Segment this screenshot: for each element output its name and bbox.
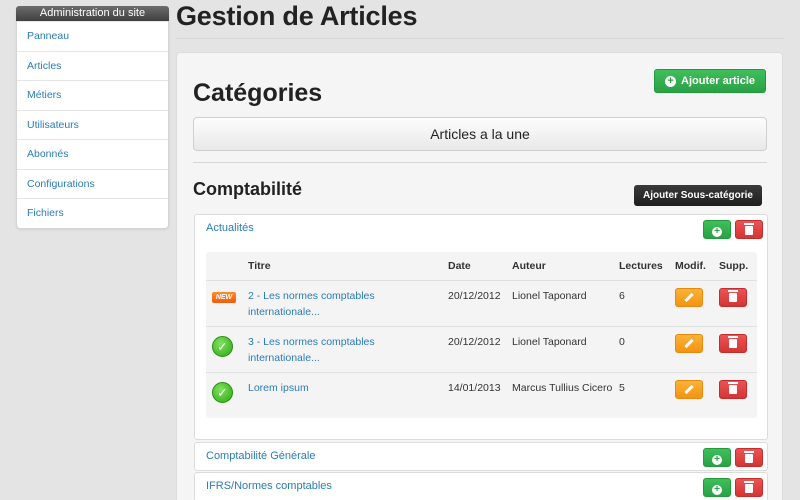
- title-divider: [176, 38, 784, 39]
- status-header: [206, 252, 242, 281]
- status-cell: ✓: [206, 326, 242, 373]
- edit-button[interactable]: [675, 287, 703, 307]
- trash-icon: [728, 381, 738, 394]
- featured-articles-button[interactable]: Articles a la une: [193, 117, 767, 151]
- edit-cell: [669, 372, 713, 418]
- edit-header: Modif.: [669, 252, 713, 281]
- title-header: Titre: [242, 252, 442, 281]
- delete-header: Supp.: [713, 252, 757, 281]
- category-header: Comptabilité Générale +: [195, 443, 767, 472]
- title-cell: Lorem ipsum: [242, 372, 442, 418]
- article-title-link[interactable]: Lorem ipsum: [248, 382, 309, 394]
- subsection-title: Comptabilité: [193, 179, 303, 199]
- delete-category-button[interactable]: [735, 448, 763, 467]
- delete-button[interactable]: [719, 287, 747, 307]
- delete-button[interactable]: [719, 379, 747, 399]
- category-name[interactable]: IFRS/Normes comptables: [206, 480, 332, 492]
- article-title-link[interactable]: 3 - Les normes comptables internationale…: [248, 336, 375, 364]
- add-item-button[interactable]: +: [703, 478, 731, 497]
- pencil-icon: [684, 292, 694, 302]
- sidebar-item-abonnes[interactable]: Abonnés: [17, 139, 168, 169]
- main-panel: Catégories + Ajouter article Articles a …: [176, 52, 783, 500]
- pencil-icon: [684, 338, 694, 348]
- trash-icon: [728, 289, 738, 302]
- articles-table: Titre Date Auteur Lectures Modif. Supp. …: [206, 252, 757, 418]
- category-box-actualites: Actualités + Titre Date Auteur Lectures …: [194, 214, 768, 440]
- plus-circle-icon: +: [712, 227, 722, 237]
- sidebar: Administration du site Panneau Articles …: [16, 6, 169, 229]
- category-name[interactable]: Actualités: [206, 222, 254, 234]
- title-cell: 3 - Les normes comptables internationale…: [242, 326, 442, 373]
- add-subcategory-button[interactable]: Ajouter Sous-catégorie: [633, 185, 762, 206]
- table-header-row: Titre Date Auteur Lectures Modif. Supp.: [206, 252, 757, 281]
- panel-divider: [193, 162, 767, 163]
- sidebar-item-articles[interactable]: Articles: [17, 50, 168, 81]
- table-row: ✓ 3 - Les normes comptables internationa…: [206, 326, 757, 373]
- check-icon: ✓: [212, 335, 233, 357]
- delete-cell: [713, 280, 757, 327]
- date-cell: 20/12/2012: [442, 326, 506, 373]
- sidebar-item-metiers[interactable]: Métiers: [17, 80, 168, 110]
- delete-category-button[interactable]: [735, 478, 763, 497]
- page-title: Gestion de Articles: [176, 1, 418, 31]
- category-name[interactable]: Comptabilité Générale: [206, 450, 315, 462]
- reads-cell: 0: [613, 326, 669, 373]
- date-header: Date: [442, 252, 506, 281]
- reads-cell: 5: [619, 381, 625, 394]
- add-article-button[interactable]: + Ajouter article: [654, 69, 766, 93]
- delete-cell: [713, 326, 757, 373]
- section-title: Catégories: [193, 79, 323, 107]
- table-row: ✓ Lorem ipsum 14/01/2013 Marcus Tullius …: [206, 372, 757, 418]
- category-header: IFRS/Normes comptables +: [195, 473, 767, 500]
- status-cell: ✓: [206, 372, 242, 418]
- check-icon: ✓: [212, 381, 233, 403]
- edit-button[interactable]: [675, 379, 703, 399]
- status-cell: NEW: [206, 280, 242, 327]
- sidebar-item-utilisateurs[interactable]: Utilisateurs: [17, 109, 168, 140]
- sidebar-item-configurations[interactable]: Configurations: [17, 168, 168, 199]
- trash-icon: [728, 335, 738, 348]
- author-cell: Lionel Taponard: [506, 280, 613, 327]
- delete-category-button[interactable]: [735, 220, 763, 239]
- category-box-comptabilite-generale: Comptabilité Générale +: [194, 442, 768, 471]
- trash-icon: [744, 481, 754, 493]
- reads-header: Lectures: [613, 252, 669, 281]
- trash-icon: [744, 223, 754, 235]
- date-cell: 20/12/2012: [442, 280, 506, 327]
- pencil-icon: [684, 384, 694, 394]
- author-cell: Lionel Taponard: [506, 326, 613, 373]
- delete-cell: [713, 372, 757, 418]
- date-cell: 14/01/2013: [448, 381, 501, 394]
- reads-cell: 6: [613, 280, 669, 327]
- add-item-button[interactable]: +: [703, 220, 731, 239]
- add-item-button[interactable]: +: [703, 448, 731, 467]
- plus-circle-icon: +: [712, 485, 722, 495]
- delete-button[interactable]: [719, 333, 747, 353]
- table-row: NEW 2 - Les normes comptables internatio…: [206, 280, 757, 327]
- edit-cell: [669, 326, 713, 373]
- category-box-ifrs: IFRS/Normes comptables +: [194, 472, 768, 500]
- plus-circle-icon: +: [712, 455, 722, 465]
- author-header: Auteur: [506, 252, 613, 281]
- sidebar-header: Administration du site: [16, 6, 169, 21]
- author-cell: Marcus Tullius Cicero: [512, 381, 613, 394]
- edit-cell: [669, 280, 713, 327]
- plus-circle-icon: +: [665, 75, 677, 87]
- new-badge-icon: NEW: [212, 291, 236, 303]
- trash-icon: [744, 451, 754, 463]
- add-article-label: Ajouter article: [681, 75, 755, 87]
- edit-button[interactable]: [675, 333, 703, 353]
- sidebar-item-fichiers[interactable]: Fichiers: [17, 198, 168, 228]
- sidebar-item-panneau[interactable]: Panneau: [17, 21, 168, 51]
- article-title-link[interactable]: 2 - Les normes comptables internationale…: [248, 290, 375, 318]
- category-header: Actualités +: [195, 215, 767, 244]
- title-cell: 2 - Les normes comptables internationale…: [242, 280, 442, 327]
